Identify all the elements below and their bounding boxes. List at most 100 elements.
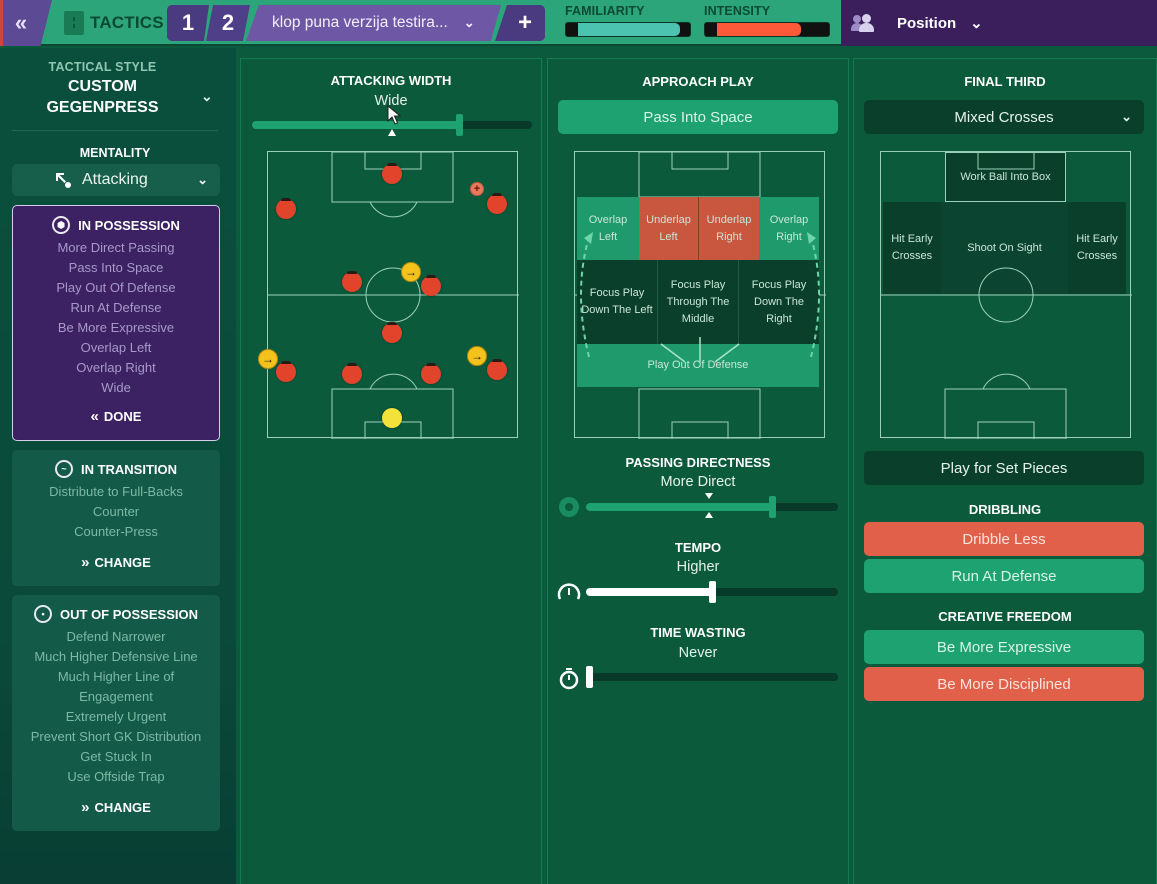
attacking-width-pitch: → → → + xyxy=(258,151,519,439)
zone-shoot-on-sight[interactable]: Shoot On Sight xyxy=(941,202,1068,294)
zone-work-ball-into-box[interactable]: Work Ball Into Box xyxy=(945,152,1066,202)
creative-freedom-title: CREATIVE FREEDOM xyxy=(938,609,1072,624)
done-button[interactable]: « DONE xyxy=(13,408,219,425)
tactic-name: klop puna verzija testira... xyxy=(272,14,448,31)
add-tactic-button[interactable]: + xyxy=(495,5,545,41)
zone-focus-middle[interactable]: Focus Play Through The Middle xyxy=(658,260,739,344)
pass-into-space-button[interactable]: Pass Into Space xyxy=(558,100,838,134)
mentality-dropdown[interactable]: Attacking ⌄ xyxy=(12,164,220,196)
tactic-slot-2[interactable]: 2 xyxy=(206,5,250,41)
tactical-style-name-1: CUSTOM xyxy=(67,78,138,95)
instruction-item: Get Stuck In xyxy=(80,749,152,764)
player-marker[interactable] xyxy=(382,163,402,184)
player-marker[interactable] xyxy=(342,363,362,384)
out-of-possession-change-button[interactable]: » CHANGE xyxy=(12,799,220,816)
tactic-name-dropdown[interactable]: klop puna verzija testira... ⌄ xyxy=(246,5,501,41)
out-of-possession-card: • OUT OF POSSESSION Defend Narrower Much … xyxy=(12,595,220,831)
double-chevron-left-icon: « xyxy=(14,10,28,35)
goalkeeper-marker[interactable] xyxy=(382,408,402,428)
zone-focus-left[interactable]: Focus Play Down The Left xyxy=(577,260,658,344)
player-marker[interactable] xyxy=(276,361,296,382)
in-transition-change-button[interactable]: » CHANGE xyxy=(12,554,220,571)
slider-handle[interactable] xyxy=(456,114,463,136)
player-marker[interactable] xyxy=(382,322,402,343)
player-marker[interactable] xyxy=(421,275,441,296)
tactics-tab[interactable]: TACTICS xyxy=(64,8,164,38)
plus-icon: + xyxy=(517,9,532,36)
tactical-style-label: TACTICAL STYLE xyxy=(48,60,157,74)
done-label: DONE xyxy=(103,409,142,424)
zone-focus-right[interactable]: Focus Play Down The Right xyxy=(739,260,819,344)
instruction-item: Overlap Right xyxy=(76,360,156,375)
mentality-label: MENTALITY xyxy=(79,146,151,160)
slider-handle[interactable] xyxy=(586,666,593,688)
player-marker[interactable] xyxy=(342,271,362,292)
final-third-panel: FINAL THIRD Mixed Crosses ⌄ Work Ball In… xyxy=(853,58,1157,884)
final-third-title: FINAL THIRD xyxy=(964,74,1046,89)
football-icon: ⬢ xyxy=(52,216,71,234)
zone-underlap-right[interactable]: Underlap Right xyxy=(699,197,759,260)
zone-underlap-left[interactable]: Underlap Left xyxy=(639,197,699,260)
slider-fill xyxy=(586,588,712,596)
mentality-value: Attacking xyxy=(82,171,148,188)
recommended-marker xyxy=(388,129,396,136)
be-more-disciplined-button[interactable]: Be More Disciplined xyxy=(864,667,1144,701)
out-of-possession-title: OUT OF POSSESSION xyxy=(60,606,198,622)
passing-directness-title: PASSING DIRECTNESS xyxy=(625,455,771,470)
shield-icon: • xyxy=(34,605,53,623)
time-wasting-slider[interactable] xyxy=(586,666,838,688)
familiarity-meter[interactable]: FAMILIARITY ⠇ xyxy=(565,4,691,37)
attacking-run-arrow-icon: → xyxy=(467,346,487,366)
attacking-width-panel: ATTACKING WIDTH Wide → → → + xyxy=(240,58,542,884)
top-bar: « TACTICS 1 2 klop puna verzija testira.… xyxy=(0,0,1157,46)
player-marker[interactable] xyxy=(487,193,507,214)
player-marker[interactable] xyxy=(276,198,296,219)
zone-hit-early-crosses-left[interactable]: Hit Early Crosses xyxy=(883,202,941,294)
instruction-item: Play Out Of Defense xyxy=(56,280,176,295)
familiarity-fill xyxy=(578,23,681,36)
familiarity-icon: ⠇ xyxy=(566,23,578,36)
crossing-value: Mixed Crosses xyxy=(954,108,1054,126)
play-for-set-pieces-button[interactable]: Play for Set Pieces xyxy=(864,451,1144,485)
run-at-defense-button[interactable]: Run At Defense xyxy=(864,559,1144,593)
tactical-style-selector[interactable]: TACTICAL STYLE CUSTOM GEGENPRESS xyxy=(0,60,205,118)
in-possession-title: IN POSSESSION xyxy=(78,217,180,233)
intensity-label: INTENSITY xyxy=(704,4,771,18)
slider-fill xyxy=(252,121,459,129)
zone-hit-early-crosses-right[interactable]: Hit Early Crosses xyxy=(1068,202,1126,294)
zone-overlap-left[interactable]: Overlap Left xyxy=(577,197,639,260)
tempo-title: TEMPO xyxy=(674,540,722,555)
instruction-item: More Direct Passing xyxy=(57,240,175,255)
time-wasting-value: Never xyxy=(678,645,718,661)
pitch-markings xyxy=(268,152,519,439)
speedometer-icon xyxy=(557,583,581,600)
position-dropdown[interactable]: Position ⌄ xyxy=(841,0,1157,46)
double-chevron-left-icon: « xyxy=(90,408,100,425)
instruction-item: Extremely Urgent xyxy=(65,709,167,724)
instruction-item: Overlap Left xyxy=(80,340,152,355)
chevron-down-icon: ⌄ xyxy=(463,15,475,30)
in-transition-title: IN TRANSITION xyxy=(80,461,178,477)
zone-overlap-right[interactable]: Overlap Right xyxy=(759,197,819,260)
injury-cross-icon: + xyxy=(470,182,484,196)
attacking-run-arrow-icon: → xyxy=(401,262,421,282)
double-chevron-right-icon: » xyxy=(81,554,90,571)
attacking-width-title: ATTACKING WIDTH xyxy=(330,73,452,88)
tempo-slider[interactable] xyxy=(586,581,838,603)
slider-handle[interactable] xyxy=(769,496,776,518)
slider-handle[interactable] xyxy=(709,581,716,603)
passing-directness-slider[interactable] xyxy=(586,493,838,518)
instruction-item: Use Offside Trap xyxy=(67,769,165,784)
intensity-meter[interactable]: INTENSITY + xyxy=(704,4,830,37)
approach-play-panel: APPROACH PLAY Pass Into Space Overlap Lef… xyxy=(547,58,849,884)
zone-play-out-of-defense[interactable]: Play Out Of Defense xyxy=(577,344,819,387)
tactic-slot-1[interactable]: 1 xyxy=(167,5,209,41)
chevron-down-icon[interactable]: ⌄ xyxy=(201,88,213,105)
player-marker[interactable] xyxy=(421,363,441,384)
instruction-item: Run At Defense xyxy=(70,300,162,315)
player-marker[interactable] xyxy=(487,359,507,380)
dribble-less-button[interactable]: Dribble Less xyxy=(864,522,1144,556)
be-more-expressive-button[interactable]: Be More Expressive xyxy=(864,630,1144,664)
back-button[interactable]: « xyxy=(0,0,52,46)
crossing-dropdown[interactable]: Mixed Crosses ⌄ xyxy=(864,100,1144,134)
